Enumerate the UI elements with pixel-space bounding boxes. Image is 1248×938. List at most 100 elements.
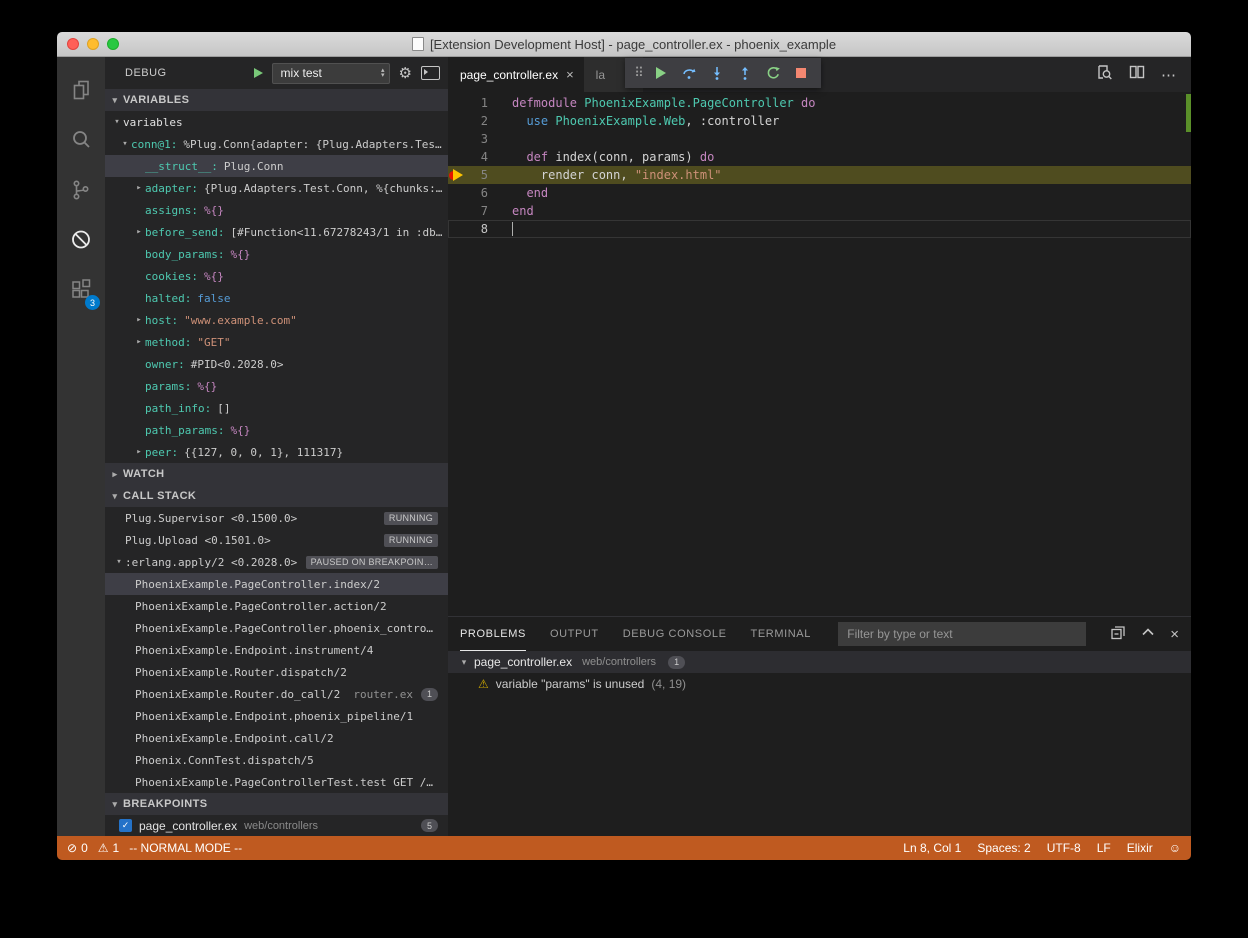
- watch-section-header[interactable]: ▸ WATCH: [105, 463, 448, 485]
- encoding[interactable]: UTF-8: [1047, 841, 1081, 855]
- code-line[interactable]: 5 render conn, "index.html": [448, 166, 1191, 184]
- stack-frame-row[interactable]: PhoenixExample.PageControllerTest.test G…: [105, 771, 448, 793]
- code-token: end: [512, 204, 534, 218]
- search-editor-icon[interactable]: [1095, 63, 1113, 86]
- variable-row[interactable]: owner:#PID<0.2028.0>: [105, 353, 448, 375]
- twistie-icon[interactable]: ▸: [133, 227, 145, 237]
- tab-problems[interactable]: PROBLEMS: [460, 617, 526, 651]
- twistie-icon[interactable]: ▸: [133, 337, 145, 347]
- indentation[interactable]: Spaces: 2: [977, 841, 1030, 855]
- code-line[interactable]: 6 end: [448, 184, 1191, 202]
- cursor-position[interactable]: Ln 8, Col 1: [903, 841, 961, 855]
- eol-sequence[interactable]: LF: [1097, 841, 1111, 855]
- variable-row[interactable]: ▾conn@1:%Plug.Conn{adapter: {Plug.Adapte…: [105, 133, 448, 155]
- extensions-icon[interactable]: 3: [57, 265, 105, 315]
- error-count[interactable]: ⊘ 0: [67, 841, 88, 855]
- variable-row[interactable]: ▸method:"GET": [105, 331, 448, 353]
- close-tab-icon[interactable]: ×: [566, 67, 574, 82]
- variable-row[interactable]: cookies:%{}: [105, 265, 448, 287]
- stack-frame-row[interactable]: Phoenix.ConnTest.dispatch/5: [105, 749, 448, 771]
- variable-row[interactable]: body_params:%{}: [105, 243, 448, 265]
- close-window-button[interactable]: [67, 38, 79, 50]
- variable-row[interactable]: path_params:%{}: [105, 419, 448, 441]
- restart-button[interactable]: [759, 59, 787, 87]
- variable-row[interactable]: ▸adapter:{Plug.Adapters.Test.Conn, %{chu…: [105, 177, 448, 199]
- breakpoints-section-header[interactable]: ▾ BREAKPOINTS: [105, 793, 448, 815]
- problems-filter-input[interactable]: [838, 622, 1086, 646]
- variable-row[interactable]: ▸before_send:[#Function<11.67278243/1 in…: [105, 221, 448, 243]
- stack-frame-row[interactable]: PhoenixExample.Endpoint.instrument/4: [105, 639, 448, 661]
- language-mode[interactable]: Elixir: [1127, 841, 1153, 855]
- stack-frame-row[interactable]: PhoenixExample.Endpoint.call/2: [105, 727, 448, 749]
- tab-terminal[interactable]: TERMINAL: [751, 617, 811, 651]
- close-panel-icon[interactable]: ×: [1170, 626, 1179, 643]
- thread-row[interactable]: ▾:erlang.apply/2 <0.2028.0>PAUSED ON BRE…: [105, 551, 448, 573]
- twistie-icon[interactable]: ▾: [113, 557, 125, 567]
- code-line[interactable]: 4 def index(conn, params) do: [448, 148, 1191, 166]
- drag-handle[interactable]: ⠿: [631, 65, 647, 81]
- launch-config-select[interactable]: mix test ▴▾: [272, 63, 390, 84]
- code-line[interactable]: 3: [448, 130, 1191, 148]
- code-editor[interactable]: 1defmodule PhoenixExample.PageController…: [448, 92, 1191, 616]
- variable-row[interactable]: halted:false: [105, 287, 448, 309]
- split-editor-icon[interactable]: [1128, 63, 1146, 86]
- code-line[interactable]: 2 use PhoenixExample.Web, :controller: [448, 112, 1191, 130]
- problem-row[interactable]: ⚠ variable "params" is unused (4, 19): [448, 673, 1191, 695]
- minimize-window-button[interactable]: [87, 38, 99, 50]
- twistie-icon[interactable]: ▾: [119, 139, 131, 149]
- code-line[interactable]: 1defmodule PhoenixExample.PageController…: [448, 94, 1191, 112]
- thread-status-badge: PAUSED ON BREAKPOIN…: [306, 556, 438, 569]
- twistie-icon[interactable]: ▸: [133, 447, 145, 457]
- breakpoint-row[interactable]: ✓ page_controller.ex web/controllers 5: [105, 815, 448, 836]
- search-icon[interactable]: [57, 115, 105, 165]
- variable-row[interactable]: ▸peer:{{127, 0, 0, 1}, 111317}: [105, 441, 448, 463]
- breakpoint-checkbox[interactable]: ✓: [119, 819, 132, 832]
- tab-output[interactable]: OUTPUT: [550, 617, 599, 651]
- thread-row[interactable]: Plug.Supervisor <0.1500.0>RUNNING: [105, 507, 448, 529]
- variable-row[interactable]: ▸host:"www.example.com": [105, 309, 448, 331]
- configure-gear-icon[interactable]: ⚙: [399, 66, 412, 81]
- variable-row[interactable]: assigns:%{}: [105, 199, 448, 221]
- zoom-window-button[interactable]: [107, 38, 119, 50]
- variables-section-header[interactable]: ▾ VARIABLES: [105, 89, 448, 111]
- step-into-button[interactable]: [703, 59, 731, 87]
- variables-scope-row[interactable]: ▾variables: [105, 111, 448, 133]
- stack-frame-row[interactable]: PhoenixExample.Endpoint.phoenix_pipeline…: [105, 705, 448, 727]
- call-stack-section-header[interactable]: ▾ CALL STACK: [105, 485, 448, 507]
- start-debug-button[interactable]: [254, 68, 263, 78]
- feedback-smiley-icon[interactable]: ☺: [1169, 841, 1181, 855]
- stack-frame-row[interactable]: PhoenixExample.PageController.index/2: [105, 573, 448, 595]
- thread-row[interactable]: Plug.Upload <0.1501.0>RUNNING: [105, 529, 448, 551]
- variable-row[interactable]: params:%{}: [105, 375, 448, 397]
- continue-button[interactable]: [647, 59, 675, 87]
- status-bar: ⊘ 0 ⚠ 1 -- NORMAL MODE -- Ln 8, Col 1 Sp…: [57, 836, 1191, 860]
- step-out-button[interactable]: [731, 59, 759, 87]
- line-number: 8: [448, 222, 488, 236]
- tab-page-controller[interactable]: page_controller.ex ×: [448, 57, 584, 92]
- variables-list: ▾variables▾conn@1:%Plug.Conn{adapter: {P…: [105, 111, 448, 463]
- stop-button[interactable]: [787, 59, 815, 87]
- problems-file-row[interactable]: ▾ page_controller.ex web/controllers 1: [448, 651, 1191, 673]
- debug-icon[interactable]: [57, 215, 105, 265]
- source-control-icon[interactable]: [57, 165, 105, 215]
- collapse-all-icon[interactable]: [1110, 624, 1126, 645]
- stack-frame-row[interactable]: PhoenixExample.PageController.action/2: [105, 595, 448, 617]
- stack-frame-row[interactable]: PhoenixExample.PageController.phoenix_co…: [105, 617, 448, 639]
- code-line[interactable]: 8: [448, 220, 1191, 238]
- explorer-icon[interactable]: [57, 65, 105, 115]
- code-line[interactable]: 7end: [448, 202, 1191, 220]
- twistie-icon[interactable]: ▸: [133, 183, 145, 193]
- twistie-icon[interactable]: ▸: [133, 315, 145, 325]
- tab-debug-console[interactable]: DEBUG CONSOLE: [623, 617, 727, 651]
- twistie-icon[interactable]: ▾: [111, 117, 123, 127]
- frame-name: PhoenixExample.PageController.index/2: [135, 578, 380, 591]
- warning-count[interactable]: ⚠ 1: [98, 841, 119, 855]
- step-over-button[interactable]: [675, 59, 703, 87]
- maximize-panel-icon[interactable]: [1140, 624, 1156, 645]
- stack-frame-row[interactable]: PhoenixExample.Router.dispatch/2: [105, 661, 448, 683]
- variable-row[interactable]: __struct__:Plug.Conn: [105, 155, 448, 177]
- more-actions-icon[interactable]: ⋯: [1161, 66, 1177, 84]
- debug-console-icon[interactable]: [421, 66, 440, 80]
- variable-row[interactable]: path_info:[]: [105, 397, 448, 419]
- stack-frame-row[interactable]: PhoenixExample.Router.do_call/2router.ex…: [105, 683, 448, 705]
